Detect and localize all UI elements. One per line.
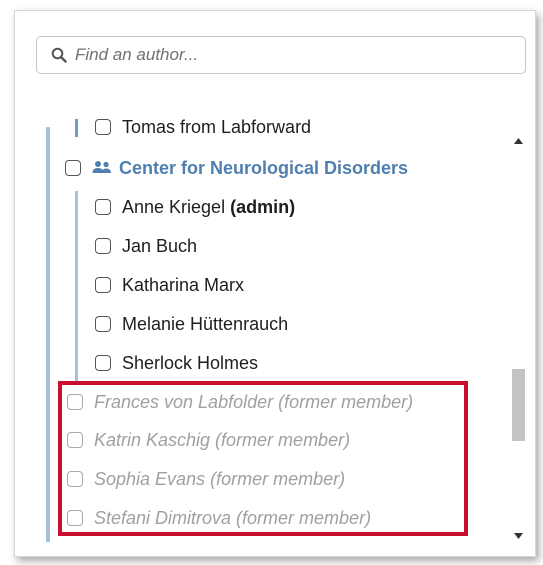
author-name: Katharina Marx xyxy=(122,274,245,295)
checkbox[interactable] xyxy=(95,119,111,135)
list-item[interactable]: Katharina Marx xyxy=(95,269,244,301)
scroll-up-icon[interactable] xyxy=(513,135,524,146)
group-checkbox[interactable] xyxy=(65,160,81,176)
tree-line xyxy=(75,119,78,137)
search-icon xyxy=(51,47,67,63)
author-picker-panel: Tomas from Labforward Center for Neurolo… xyxy=(14,10,536,557)
search-box[interactable] xyxy=(36,36,526,74)
checkbox[interactable] xyxy=(95,199,111,215)
checkbox[interactable] xyxy=(95,277,111,293)
checkbox[interactable] xyxy=(95,355,111,371)
scrollbar[interactable] xyxy=(510,121,527,546)
author-name: Tomas from Labforward xyxy=(122,119,312,137)
checkbox[interactable] xyxy=(95,238,111,254)
list-item[interactable]: Sherlock Holmes xyxy=(95,347,258,379)
tree-line xyxy=(75,191,78,381)
list-item[interactable]: Jan Buch xyxy=(95,230,197,262)
list-item[interactable]: Tomas from Labforward xyxy=(95,119,311,143)
author-name: Jan Buch xyxy=(122,235,198,256)
list-item[interactable]: Anne Kriegel (admin) xyxy=(95,191,295,223)
scroll-down-icon[interactable] xyxy=(513,530,524,541)
author-search-input[interactable] xyxy=(75,45,515,65)
former-members-highlight xyxy=(58,381,468,536)
list-item[interactable]: Melanie Hüttenrauch xyxy=(95,308,288,340)
admin-badge: (admin) xyxy=(230,196,296,217)
tree-line xyxy=(46,127,50,542)
author-name: Anne Kriegel xyxy=(122,196,226,217)
group-item-center-neurological[interactable]: Center for Neurological Disorders xyxy=(65,152,408,184)
author-name: Melanie Hüttenrauch xyxy=(122,313,289,334)
author-name: Sherlock Holmes xyxy=(122,352,259,373)
checkbox[interactable] xyxy=(95,316,111,332)
scrollbar-thumb[interactable] xyxy=(512,369,525,441)
users-icon xyxy=(92,160,112,176)
group-label: Center for Neurological Disorders xyxy=(119,157,409,178)
